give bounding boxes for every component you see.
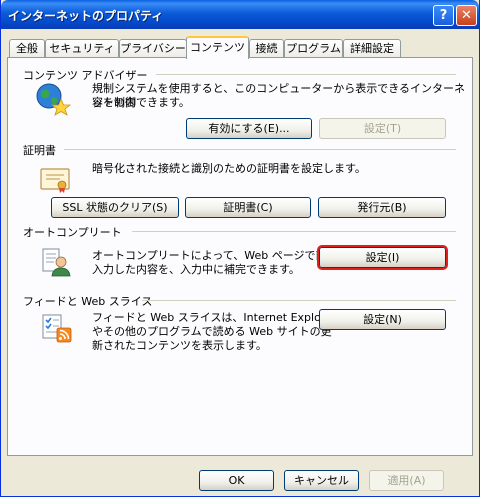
tab-privacy[interactable]: プライバシー [119, 39, 187, 58]
feeds-title: フィードと Web スライス [23, 295, 153, 308]
tab-connections[interactable]: 接続 [249, 39, 284, 58]
tab-general[interactable]: 全般 [9, 39, 45, 58]
content-advisor-title: コンテンツ アドバイザー [23, 69, 148, 82]
certificates-button[interactable]: 証明書(C) [185, 197, 311, 218]
window-title: インターネットのプロパティ [8, 9, 164, 23]
feeds-desc-2: やその他のプログラムで読める Web サイトの更 [92, 325, 332, 338]
autocomplete-desc-2: 入力した内容を、入力中に補完できます。 [92, 263, 300, 276]
group-divider [156, 74, 456, 75]
feeds-desc-3: 新されたコンテンツを表示します。 [92, 339, 267, 352]
clear-ssl-state-button[interactable]: SSL 状態のクリア(S) [51, 197, 179, 218]
close-button[interactable]: ✕ [456, 5, 477, 26]
tab-strip: 全般 セキュリティ プライバシー コンテンツ 接続 プログラム 詳細設定 [7, 36, 475, 59]
feeds-desc-1: フィードと Web スライスは、Internet Explorer [92, 311, 337, 324]
tab-content[interactable]: コンテンツ [186, 36, 249, 59]
ok-button[interactable]: OK [199, 470, 274, 491]
autocomplete-settings-button[interactable]: 設定(I) [319, 247, 446, 268]
certificates-desc: 暗号化された接続と識別のための証明書を設定します。 [92, 162, 366, 175]
feeds-settings-button[interactable]: 設定(N) [319, 309, 446, 330]
enable-content-advisor-button[interactable]: 有効にする(E)... [186, 118, 312, 139]
help-icon: ? [439, 8, 448, 23]
tab-advanced[interactable]: 詳細設定 [343, 39, 401, 58]
group-divider [142, 300, 456, 301]
content-advisor-desc-2: 容を制御できます。 [92, 96, 190, 109]
cancel-button[interactable]: キャンセル [284, 470, 359, 491]
globe-star-icon [35, 82, 72, 119]
content-tab-panel: コンテンツ アドバイザー 規制システムを使用すると、このコンピューターから表示で… [7, 57, 473, 456]
group-divider [132, 231, 456, 232]
close-icon: ✕ [461, 8, 472, 23]
certificate-icon [40, 168, 70, 197]
certificates-title: 証明書 [23, 144, 56, 157]
tab-programs[interactable]: プログラム [284, 39, 343, 58]
properties-dialog: インターネットのプロパティ ? ✕ 全般 セキュリティ プライバシー コンテンツ… [0, 0, 480, 497]
group-divider [64, 149, 456, 150]
tab-security[interactable]: セキュリティ [45, 39, 119, 58]
autocomplete-user-icon [41, 247, 71, 280]
title-bar[interactable]: インターネットのプロパティ ? ✕ [1, 0, 479, 29]
feeds-icon [41, 314, 73, 347]
help-button[interactable]: ? [433, 5, 454, 26]
publishers-button[interactable]: 発行元(B) [318, 197, 446, 218]
apply-button[interactable]: 適用(A) [369, 470, 444, 491]
autocomplete-desc-1: オートコンプリートによって、Web ページで前回 [92, 249, 338, 262]
autocomplete-title: オートコンプリート [23, 226, 122, 239]
content-advisor-settings-button[interactable]: 設定(T) [319, 118, 446, 139]
